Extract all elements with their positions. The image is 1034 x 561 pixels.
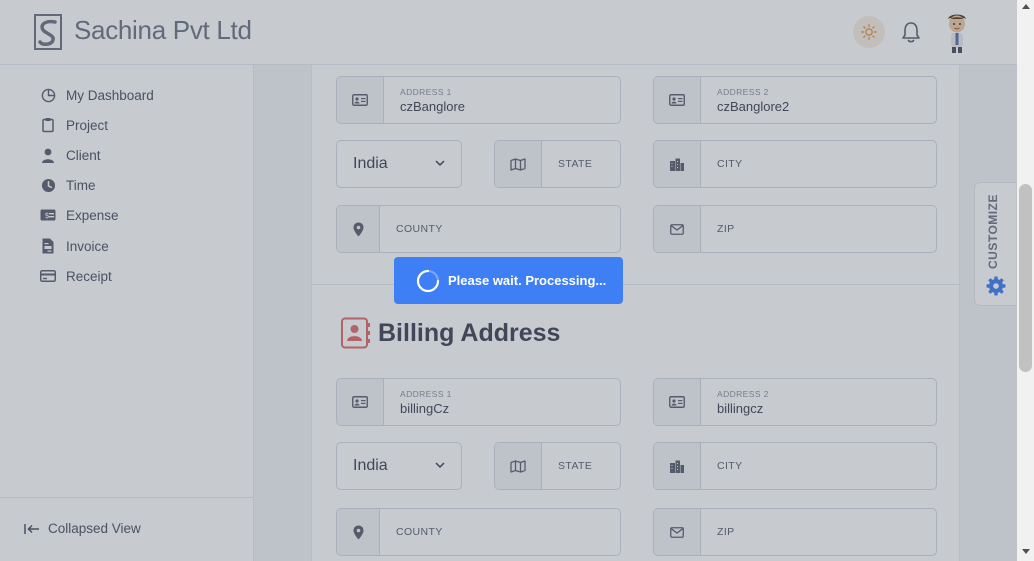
scroll-up-arrow[interactable] bbox=[1022, 4, 1030, 9]
processing-message: Please wait. Processing... bbox=[448, 273, 607, 288]
scrollbar-thumb[interactable] bbox=[1019, 184, 1032, 372]
scroll-down-arrow[interactable] bbox=[1022, 549, 1030, 554]
vertical-scrollbar[interactable] bbox=[1017, 0, 1034, 561]
spinner-icon bbox=[416, 269, 440, 292]
processing-toast: Please wait. Processing... bbox=[394, 257, 623, 304]
